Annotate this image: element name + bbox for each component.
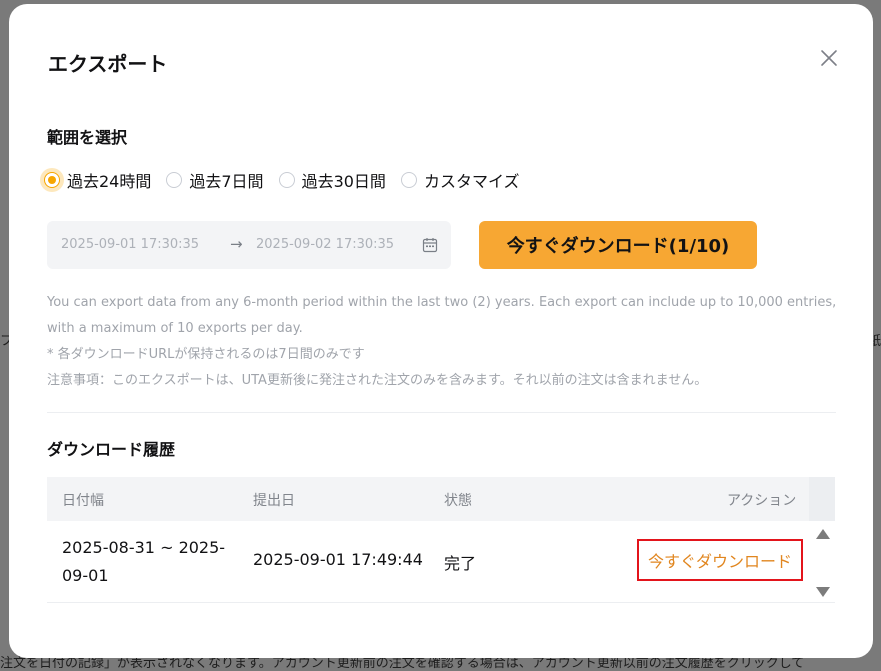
table-scrollbar[interactable] (809, 477, 835, 605)
note-line: 注意事項：このエクスポートは、UTA更新後に発注された注文のみを含みます。それ以… (47, 373, 708, 388)
radio-custom[interactable]: カスタマイズ (400, 168, 520, 192)
export-notes: You can export data from any 6-month per… (47, 290, 847, 394)
radio-unchecked-icon (400, 172, 417, 188)
note-line: * 各ダウンロードURLが保持されるのは7日間のみです (47, 347, 365, 362)
range-section-label: 範囲を選択 (47, 128, 128, 147)
download-now-button[interactable]: 今すぐダウンロード(1/10) (479, 221, 757, 269)
column-header-range: 日付幅 (62, 493, 104, 509)
radio-checked-icon (44, 172, 60, 188)
divider (47, 412, 836, 413)
date-range-line: 09-01 (62, 566, 109, 585)
column-header-action: アクション (727, 493, 797, 509)
radio-label: カスタマイズ (423, 172, 520, 191)
radio-last-7d[interactable]: 過去7日間 (166, 168, 264, 192)
column-header-status: 状態 (444, 493, 472, 509)
export-modal: エクスポート 範囲を選択 過去24時間 過去7日間 過去30日間 カスタマイズ … (9, 4, 873, 658)
scroll-up-arrow-icon[interactable] (816, 529, 830, 539)
scroll-down-arrow-icon[interactable] (816, 587, 830, 597)
calendar-icon[interactable] (422, 237, 438, 253)
radio-unchecked-icon (166, 172, 183, 188)
modal-title: エクスポート (48, 52, 168, 76)
date-range-picker[interactable]: 2025-09-01 17:30:35 → 2025-09-02 17:30:3… (47, 221, 451, 269)
start-date-input[interactable]: 2025-09-01 17:30:35 (61, 237, 199, 252)
cell-status: 完了 (444, 554, 477, 573)
column-header-submitted: 提出日 (253, 493, 295, 509)
date-range-line: 2025-08-31 ~ 2025- (62, 538, 226, 557)
end-date-input[interactable]: 2025-09-02 17:30:35 (256, 237, 394, 252)
history-section-label: ダウンロード履歴 (47, 440, 176, 459)
radio-label: 過去30日間 (301, 172, 386, 191)
radio-label: 過去7日間 (189, 172, 264, 191)
cell-date-range: 2025-08-31 ~ 2025- 09-01 (62, 534, 232, 590)
radio-unchecked-icon (278, 172, 295, 188)
note-line: with a maximum of 10 exports per day. (47, 321, 303, 336)
row-download-link[interactable]: 今すぐダウンロード (637, 539, 803, 581)
cell-submitted: 2025-09-01 17:49:44 (253, 550, 423, 569)
note-line: You can export data from any 6-month per… (47, 295, 837, 310)
radio-last-24h[interactable]: 過去24時間 (44, 168, 151, 192)
close-icon[interactable] (817, 46, 841, 70)
download-history-table: 日付幅 提出日 状態 アクション 2025-08-31 ~ 2025- 09-0… (47, 477, 835, 603)
radio-last-30d[interactable]: 過去30日間 (278, 168, 386, 192)
radio-label: 過去24時間 (67, 172, 152, 191)
arrow-right-icon: → (230, 235, 243, 253)
table-header: 日付幅 提出日 状態 アクション (47, 477, 835, 521)
range-radio-group: 過去24時間 過去7日間 過去30日間 カスタマイズ (44, 167, 534, 193)
table-row: 2025-08-31 ~ 2025- 09-01 2025-09-01 17:4… (47, 521, 835, 603)
scrollbar-track (809, 477, 835, 521)
